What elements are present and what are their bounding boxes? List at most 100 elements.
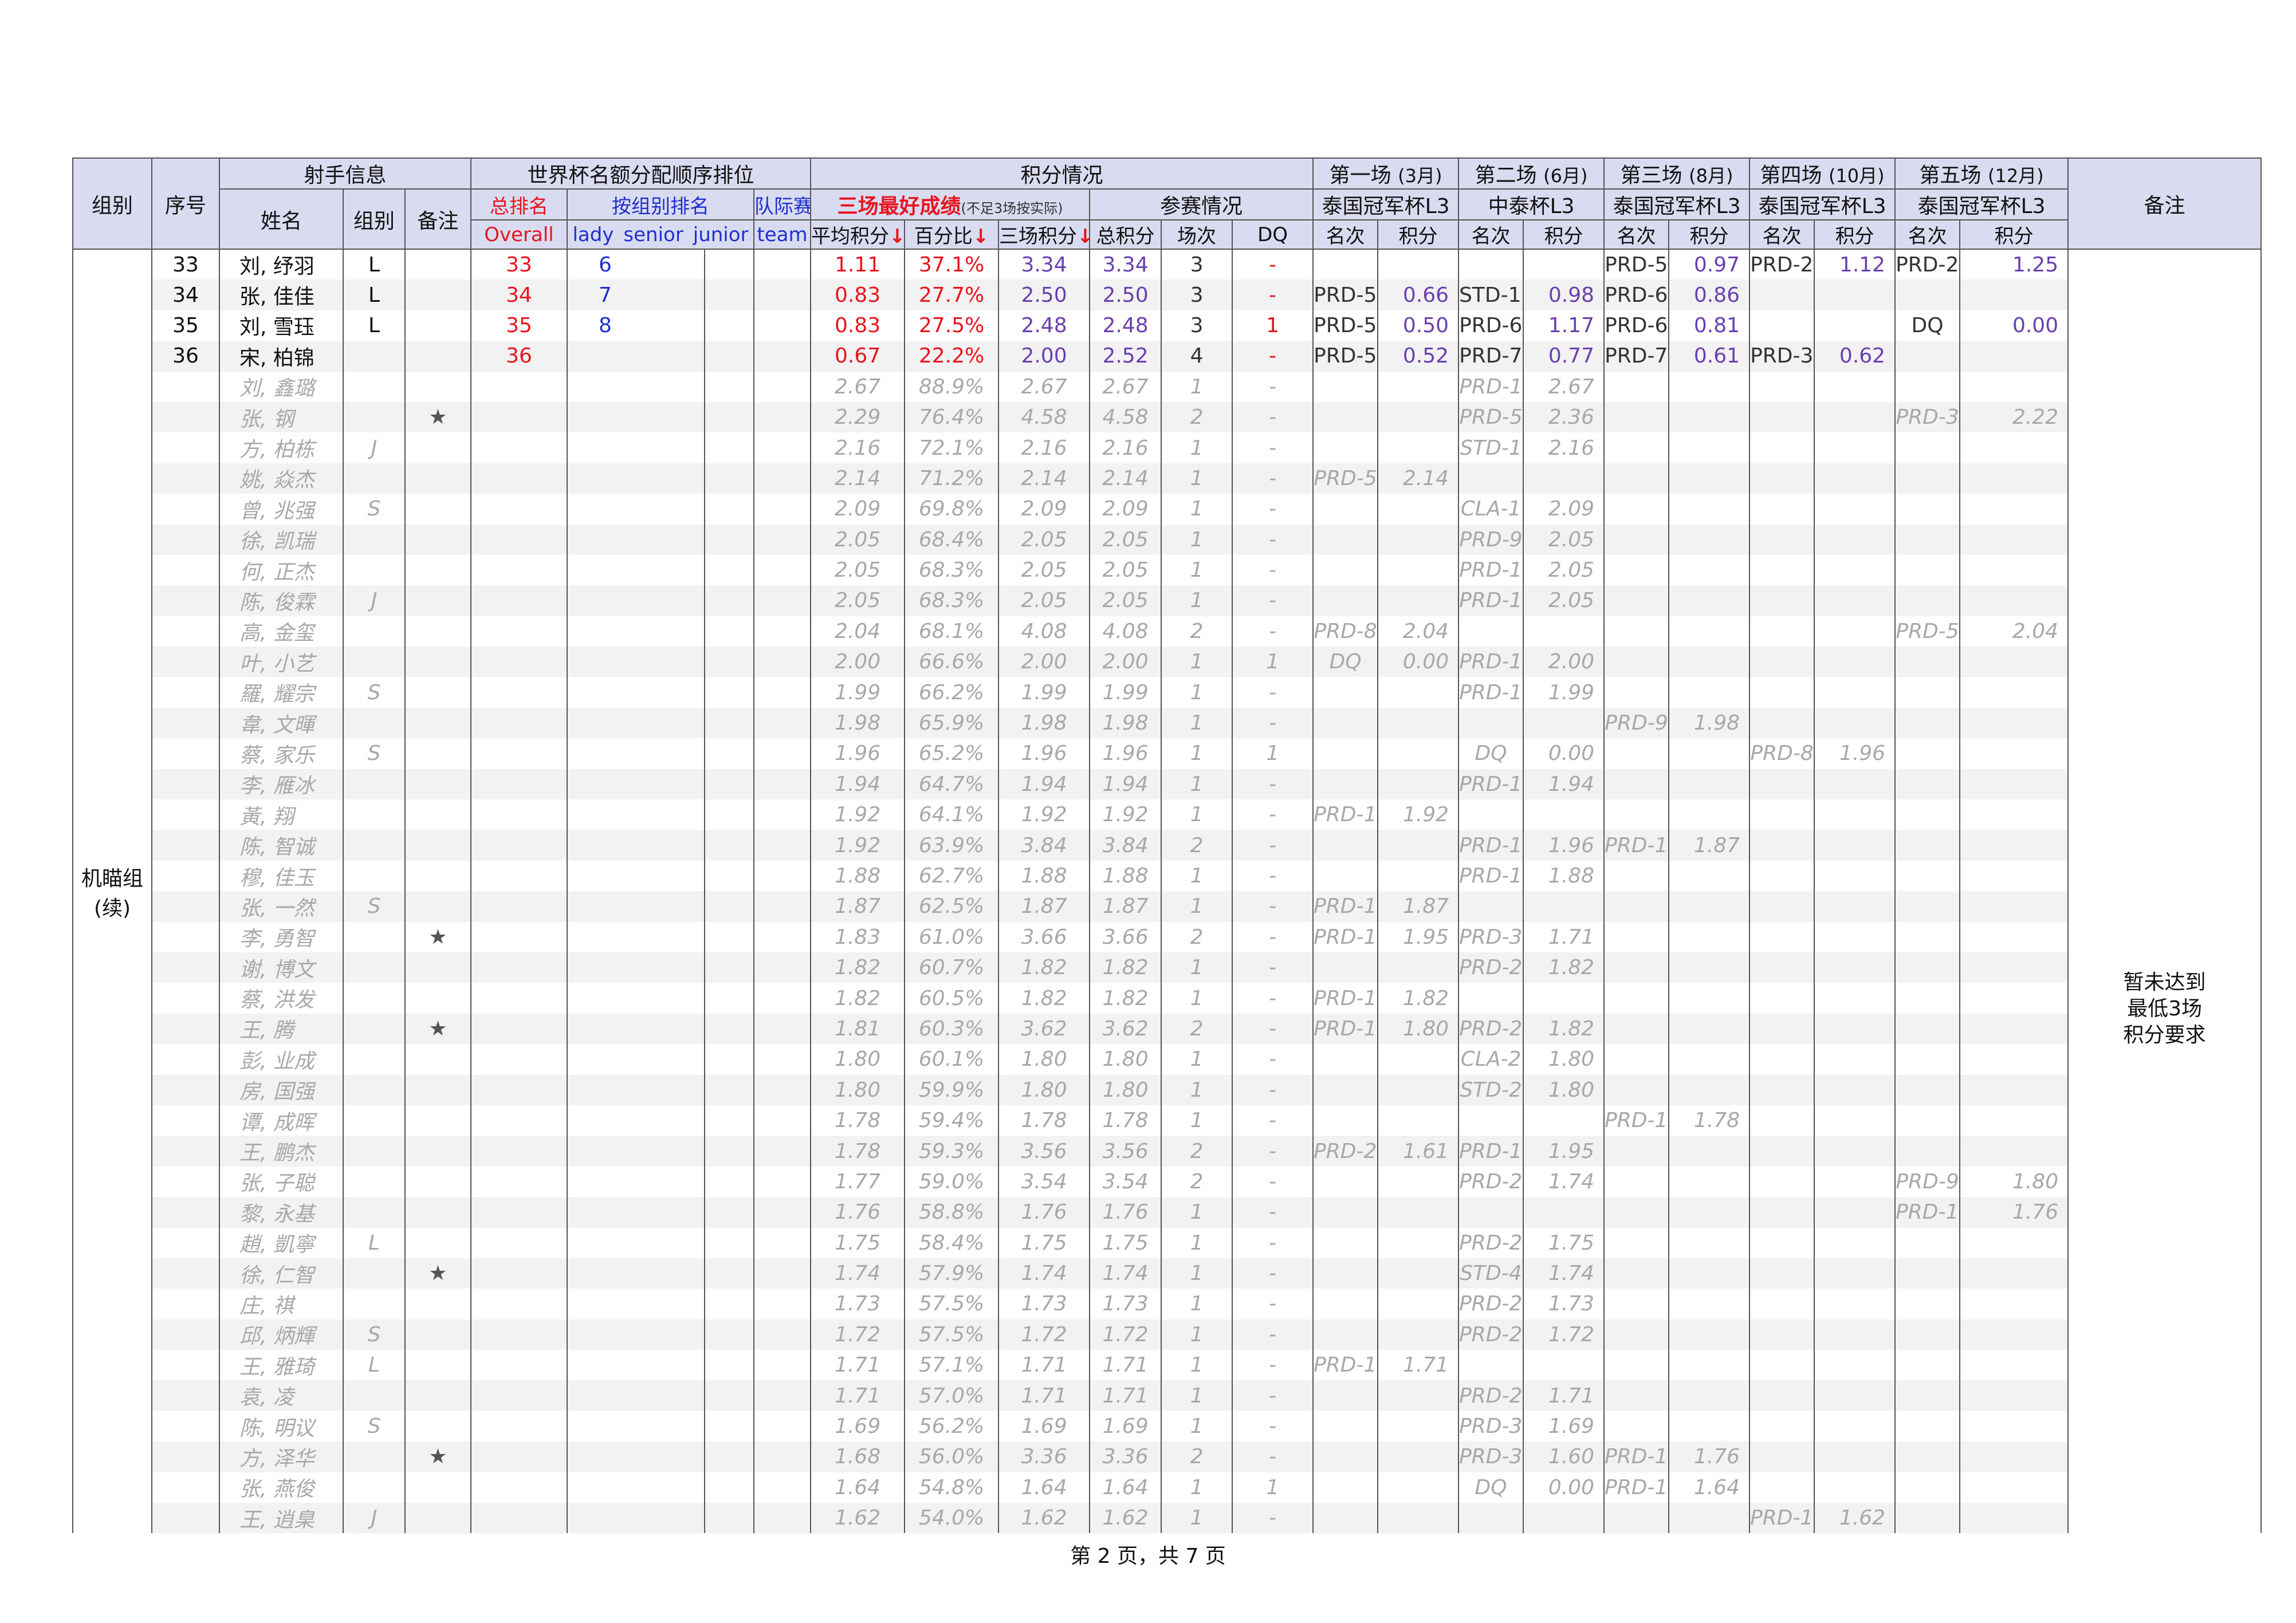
remark-star-cell [404, 647, 471, 677]
event-1-rank-cell: PRD-20 [1312, 1136, 1379, 1167]
name-cell: 叶, 小艺 [219, 647, 344, 677]
event-5-points-cell [1959, 494, 2069, 525]
pct-cell: 58.4% [904, 1227, 1000, 1258]
dq-cell: 1 [1232, 310, 1314, 341]
three-cell: 3.34 [998, 248, 1091, 280]
header-overall-en: Overall [470, 219, 568, 250]
event-1-rank-cell: PRD-19 [1312, 1350, 1379, 1381]
table-row: 蔡, 家乐 S 1.96 65.2% 1.96 1.96 1 1 DQ 0.00 PRD-8 1.96 [73, 738, 2261, 769]
event-3-points-cell [1668, 860, 1751, 892]
header-pct: 百分比↓ [904, 219, 1000, 250]
event-2-rank-cell: CLA-2 [1458, 1044, 1524, 1075]
event-2-rank-cell: PRD-25 [1458, 1166, 1524, 1197]
event-3-rank-cell: PRD-14 [1603, 1441, 1670, 1472]
group-cell [343, 799, 406, 830]
group-cell [343, 830, 406, 861]
event-1-points-cell [1377, 554, 1460, 586]
total-cell: 1.69 [1089, 1411, 1162, 1442]
event-2-points-cell: 2.36 [1523, 401, 1605, 433]
overall-rank-cell [470, 432, 568, 463]
header-rank: 名次 [1312, 219, 1379, 250]
overall-rank-cell [470, 830, 568, 861]
event-1-rank-cell: PRD-8 [1312, 616, 1379, 647]
team-rank-cell [753, 769, 812, 800]
overall-rank-cell [470, 1289, 568, 1319]
junior-rank-cell [704, 1227, 754, 1258]
event-5-points-cell [1959, 1044, 2069, 1075]
overall-rank-cell [470, 707, 568, 739]
event-2-rank-cell: PRD-16 [1458, 830, 1524, 861]
event-1-points-cell: 0.52 [1377, 341, 1460, 372]
remark-star-cell [404, 1136, 471, 1167]
event-5-points-cell [1959, 769, 2069, 800]
header-rank: 名次 [1458, 219, 1524, 250]
event-3-points-cell [1668, 1319, 1751, 1350]
event-5-rank-cell: PRD-9 [1894, 1166, 1961, 1197]
total-cell: 1.87 [1089, 891, 1162, 922]
name-cell: 张, 佳佳 [219, 279, 344, 310]
name-cell: 羅, 耀宗 [219, 677, 344, 708]
event-2-rank-cell: STD-4 [1458, 1258, 1524, 1289]
remark-star-cell [404, 738, 471, 769]
event-3-rank-cell: PRD-62 [1603, 279, 1670, 310]
avg-cell: 1.87 [810, 891, 906, 922]
event-5-points-cell [1959, 952, 2069, 983]
dq-cell: - [1232, 1380, 1314, 1411]
group-rank-cell [567, 983, 705, 1014]
name-cell: 方, 柏栋 [219, 432, 344, 463]
event-1-points-cell [1377, 860, 1460, 892]
three-cell: 1.78 [998, 1105, 1091, 1136]
group-cell: J [343, 1503, 406, 1534]
remarks-cell: 暂未达到 最低3场 积分要求 [2067, 248, 2262, 1534]
event-3-points-cell [1668, 1136, 1751, 1167]
event-3-rank-cell [1603, 1166, 1670, 1197]
event-3-points-cell [1668, 1227, 1751, 1258]
event-1-points-cell [1377, 248, 1460, 280]
event-5-points-cell [1959, 1258, 2069, 1289]
matches-cell: 2 [1161, 401, 1233, 433]
header-team-cn: 队际赛 [753, 188, 812, 220]
group-cell [343, 952, 406, 983]
matches-cell: 1 [1161, 1044, 1233, 1075]
event-1-points-cell [1377, 1472, 1460, 1503]
group-rank-cell [567, 371, 705, 402]
event-5-rank-cell [1894, 921, 1961, 952]
seq-cell [151, 677, 220, 708]
group-rank-cell [567, 921, 705, 952]
overall-rank-cell [470, 921, 568, 952]
matches-cell: 2 [1161, 1441, 1233, 1472]
matches-cell: 3 [1161, 310, 1233, 341]
dq-cell: - [1232, 1350, 1314, 1381]
event-3-points-cell [1668, 1503, 1751, 1534]
remark-star-cell [404, 616, 471, 647]
seq-cell [151, 707, 220, 739]
event-1-rank-cell: PRD-13 [1312, 891, 1379, 922]
pct-cell: 54.8% [904, 1472, 1000, 1503]
event-2-points-cell [1523, 983, 1605, 1014]
matches-cell: 2 [1161, 1136, 1233, 1167]
event-5-points-cell: 0.00 [1959, 310, 2069, 341]
avg-cell: 2.05 [810, 524, 906, 555]
total-cell: 2.16 [1089, 432, 1162, 463]
group-cell [343, 401, 406, 433]
team-rank-cell [753, 1074, 812, 1105]
name-cell: 穆, 佳玉 [219, 860, 344, 892]
pct-cell: 66.2% [904, 677, 1000, 708]
overall-rank-cell [470, 371, 568, 402]
group-cell [343, 1044, 406, 1075]
overall-rank-cell [470, 1074, 568, 1105]
team-rank-cell [753, 891, 812, 922]
header-lady-senior-junior: lady senior junior [567, 219, 754, 250]
three-cell: 1.82 [998, 952, 1091, 983]
event-4-rank-cell: PRD-8 [1749, 738, 1815, 769]
seq-cell [151, 371, 220, 402]
event-3-rank-cell: PRD-18 [1603, 1472, 1670, 1503]
event-4-rank-cell [1749, 371, 1815, 402]
avg-cell: 2.04 [810, 616, 906, 647]
header-score: 积分情况 [810, 157, 1314, 190]
total-cell: 1.72 [1089, 1319, 1162, 1350]
event-3-rank-cell [1603, 1380, 1670, 1411]
matches-cell: 1 [1161, 983, 1233, 1014]
event-4-points-cell [1814, 1380, 1896, 1411]
avg-cell: 1.78 [810, 1105, 906, 1136]
